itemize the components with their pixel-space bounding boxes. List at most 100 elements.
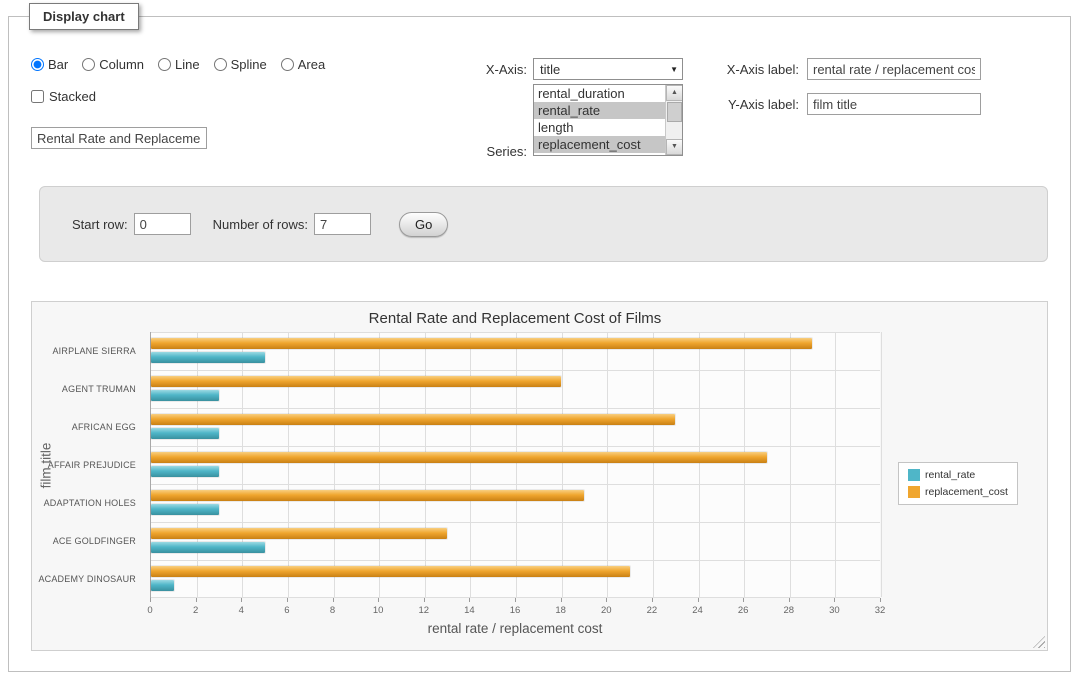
chart-title: Rental Rate and Replacement Cost of Film… (150, 310, 880, 327)
bar-rental_rate (151, 352, 265, 363)
legend-item-rental-rate[interactable]: rental_rate (908, 469, 1008, 481)
number-of-rows-input[interactable] (314, 213, 371, 235)
gridline-horizontal (151, 332, 880, 333)
gridline-vertical (379, 332, 380, 597)
gridline-vertical (699, 332, 700, 597)
x-axis-label-caption: X-Axis label: (699, 62, 799, 77)
gridline-vertical (653, 332, 654, 597)
gridline-horizontal (151, 522, 880, 523)
radio-area-input[interactable] (281, 58, 294, 71)
series-options: rental_duration rental_rate length repla… (534, 85, 665, 155)
tick-mark (606, 598, 607, 602)
gridline-vertical (197, 332, 198, 597)
category-label: AIRPLANE SIERRA (32, 346, 144, 356)
gridline-vertical (470, 332, 471, 597)
x-axis: 02468101214161820222426283032 (150, 598, 880, 622)
gridline-horizontal (151, 370, 880, 371)
category-label: ACADEMY DINOSAUR (32, 574, 144, 584)
tick-mark (287, 598, 288, 602)
tick-mark (834, 598, 835, 602)
go-button[interactable]: Go (399, 212, 448, 237)
radio-column[interactable]: Column (82, 57, 144, 72)
gridline-vertical (425, 332, 426, 597)
fieldset-legend: Display chart (29, 3, 139, 30)
tick-label: 8 (318, 605, 348, 616)
tick-mark (515, 598, 516, 602)
series-option-rental-duration[interactable]: rental_duration (534, 85, 665, 102)
tick-label: 32 (865, 605, 895, 616)
chart-type-radio-group: Bar Column Line Spline Area (31, 57, 325, 72)
y-axis-label-input[interactable] (807, 93, 981, 115)
radio-spline-input[interactable] (214, 58, 227, 71)
gridline-vertical (881, 332, 882, 597)
gridline-vertical (516, 332, 517, 597)
bar-rental_rate (151, 428, 219, 439)
tick-label: 24 (683, 605, 713, 616)
chevron-down-icon: ▼ (670, 65, 678, 74)
legend-label: replacement_cost (925, 486, 1008, 498)
gridline-horizontal (151, 446, 880, 447)
radio-line-input[interactable] (158, 58, 171, 71)
bar-replacement_cost (151, 376, 561, 387)
bar-replacement_cost (151, 566, 630, 577)
chart-panel: Rental Rate and Replacement Cost of Film… (31, 301, 1048, 651)
tick-label: 22 (637, 605, 667, 616)
tick-mark (743, 598, 744, 602)
stacked-checkbox[interactable] (31, 90, 44, 103)
category-label: AGENT TRUMAN (32, 384, 144, 394)
chart-title-input[interactable] (31, 127, 207, 149)
tick-label: 4 (226, 605, 256, 616)
tick-label: 18 (546, 605, 576, 616)
gridline-vertical (607, 332, 608, 597)
series-listbox-label: Series: (459, 144, 527, 159)
radio-bar-input[interactable] (31, 58, 44, 71)
tick-mark (196, 598, 197, 602)
series-option-length[interactable]: length (534, 119, 665, 136)
tick-label: 14 (454, 605, 484, 616)
series-option-replacement-cost[interactable]: replacement_cost (534, 136, 665, 153)
tick-label: 16 (500, 605, 530, 616)
tick-mark (652, 598, 653, 602)
y-axis-category-labels: AIRPLANE SIERRAAGENT TRUMANAFRICAN EGGAF… (32, 332, 144, 598)
x-axis-label-input[interactable] (807, 58, 981, 80)
series-listbox: rental_duration rental_rate length repla… (533, 84, 683, 156)
tick-label: 2 (181, 605, 211, 616)
tick-label: 12 (409, 605, 439, 616)
tick-label: 6 (272, 605, 302, 616)
legend-swatch-rental-rate (908, 469, 920, 481)
start-row-input[interactable] (134, 213, 191, 235)
tick-label: 0 (135, 605, 165, 616)
radio-spline[interactable]: Spline (214, 57, 267, 72)
tick-mark (150, 598, 151, 602)
x-axis-selected-value: title (540, 62, 560, 77)
gridline-vertical (835, 332, 836, 597)
x-axis-select[interactable]: title ▼ (533, 58, 683, 80)
resize-handle-icon[interactable] (1033, 636, 1045, 648)
gridline-vertical (242, 332, 243, 597)
bar-replacement_cost (151, 528, 447, 539)
radio-area[interactable]: Area (281, 57, 325, 72)
bar-replacement_cost (151, 490, 584, 501)
tick-mark (241, 598, 242, 602)
tick-mark (880, 598, 881, 602)
series-scrollbar[interactable]: ▲ ▼ (665, 85, 682, 155)
tick-mark (561, 598, 562, 602)
tick-mark (469, 598, 470, 602)
tick-mark (698, 598, 699, 602)
radio-bar-label: Bar (48, 57, 68, 72)
series-option-rental-rate[interactable]: rental_rate (534, 102, 665, 119)
bar-replacement_cost (151, 452, 767, 463)
legend-item-replacement-cost[interactable]: replacement_cost (908, 486, 1008, 498)
category-label: AFRICAN EGG (32, 422, 144, 432)
start-row-label: Start row: (72, 217, 128, 232)
scrollbar-thumb[interactable] (667, 102, 682, 122)
gridline-vertical (334, 332, 335, 597)
radio-column-input[interactable] (82, 58, 95, 71)
tick-label: 20 (591, 605, 621, 616)
scroll-down-icon[interactable]: ▼ (666, 139, 683, 155)
tick-mark (424, 598, 425, 602)
radio-bar[interactable]: Bar (31, 57, 68, 72)
radio-line[interactable]: Line (158, 57, 200, 72)
chart-legend: rental_rate replacement_cost (898, 462, 1018, 505)
scroll-up-icon[interactable]: ▲ (666, 85, 683, 101)
